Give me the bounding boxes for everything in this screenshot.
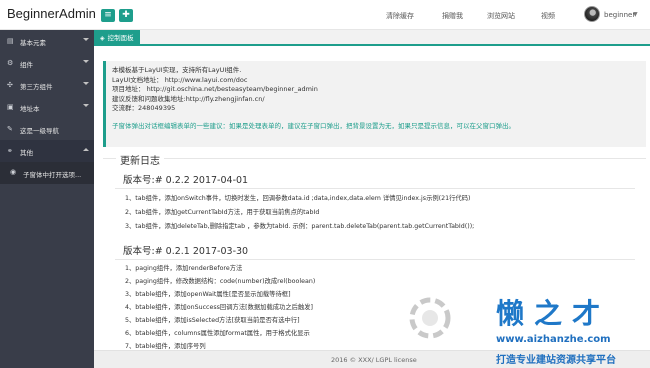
tab-dashboard[interactable]: ◈ 控制面板 [94,30,140,46]
avatar[interactable] [584,6,600,22]
chevron-down-icon [83,38,89,41]
notice-line: 本模板基于LayUI实现，支持所有LayUI组件. [112,66,242,74]
version-heading: 版本号:# 0.2.1 2017-03-30 [123,246,249,257]
chevron-down-icon [83,82,89,85]
github-icon: ◉ [10,168,17,176]
nav-video[interactable]: 视频 [541,11,555,21]
app-logo[interactable]: BeginnerAdmin [7,6,96,21]
gear-icon: ⚙ [7,59,14,67]
list-item: 1、tab组件，添加onSwitch事件，切换时发生，回调参数data.id ;… [125,195,471,202]
changelog-title: 更新日志 [116,152,164,167]
chevron-up-icon [83,148,89,151]
nav-browse-site[interactable]: 浏览网站 [487,11,515,21]
sidebar-item-basic-elements[interactable]: ▤ 基本元素 [0,30,94,52]
sidebar-item-components[interactable]: ⚙ 组件 [0,52,94,74]
sidebar-item-third-party[interactable]: ✣ 第三方组件 [0,74,94,96]
refresh-button[interactable]: ✚ [119,9,133,22]
chevron-down-icon[interactable]: ▼ [633,11,638,18]
sidebar-item-other[interactable]: ⚭ 其他 [0,140,94,162]
brush-icon: ✎ [7,125,13,133]
sidebar-item-label: 第三方组件 [20,83,53,91]
notice-line: 交流群：248049395 [112,104,176,112]
puzzle-icon: ✣ [7,81,13,89]
list-item: 3、tab组件，添加deleteTab,删除指定tab ，参数为tabId. 示… [125,223,475,230]
tab-label: 控制面板 [107,34,134,42]
chevron-down-icon [83,60,89,63]
sidebar-subitem-open-in-child[interactable]: ◉ 子窗体中打开选项... [0,162,94,184]
footer: 2016 © XXX/ LGPL license [94,350,650,368]
sidebar-item-label: 其他 [20,149,33,157]
sidebar-item-label: 这是一级导航 [20,127,59,135]
dashboard-icon: ◈ [100,35,105,42]
list-item: 6、btable组件，columns属性添加format属性，用于格式化显示 [125,330,310,337]
sidebar-item-label: 基本元素 [20,39,46,47]
sidebar-item-label: 地址本 [20,105,40,113]
tab-bar: ◈ 控制面板 [94,30,650,46]
menu-toggle-button[interactable]: ≡ [101,9,115,22]
changelog-fieldset: 更新日志 版本号:# 0.2.2 2017-04-01 1、tab组件，添加on… [103,152,646,350]
list-item: 3、btable组件，添加openWait属性[是否显示加载等待框] [125,291,291,298]
notice-warning: 子窗体弹出对话框编辑表单的一些建议：如果是处理表单的，建议在子窗口弹出，把背景设… [112,121,515,130]
version-heading: 版本号:# 0.2.2 2017-04-01 [123,175,249,186]
sidebar-item-label: 子窗体中打开选项... [23,171,82,179]
refresh-icon: ✚ [122,10,130,20]
layers-icon: ▤ [7,37,14,45]
footer-copyright: 2016 © XXX/ LGPL license [331,356,417,364]
list-item: 1、paging组件，添加renderBefore方法 [125,265,243,272]
sidebar-item-label: 组件 [20,61,33,69]
link-icon: ⚭ [7,147,13,155]
info-notice: 本模板基于LayUI实现，支持所有LayUI组件. LayUI文档地址： htt… [103,61,646,147]
sidebar-item-first-level-nav[interactable]: ✎ 这是一级导航 [0,118,94,140]
divider [115,188,635,189]
notice-line: LayUI文档地址： http://www.layui.com/doc [112,75,248,84]
menu-icon: ≡ [104,10,112,20]
list-item: 4、btable组件，添加onSuccess回调方法[数据加载成功之后触发] [125,304,313,311]
notice-line: 建议反馈和问题收集地址:http://fly.zhengjinfan.cn/ [112,94,265,103]
list-item: 5、btable组件，添加isSelected方法[获取当前是否有选中行] [125,317,300,324]
list-item: 7、btable组件，添加序号列 [125,343,206,350]
list-item: 2、tab组件，添加getCurrentTabId方法，用于获取当前焦点的tab… [125,209,320,216]
user-name[interactable]: beginner [604,11,635,19]
nav-donate[interactable]: 捐赠我 [442,11,463,21]
book-icon: ▣ [7,103,14,111]
sidebar-item-address-book[interactable]: ▣ 地址本 [0,96,94,118]
divider [115,259,635,260]
top-header: BeginnerAdmin ≡ ✚ 清除缓存 捐赠我 浏览网站 视频 begin… [0,0,650,30]
sidebar: ▤ 基本元素 ⚙ 组件 ✣ 第三方组件 ▣ 地址本 ✎ 这是一级导航 ⚭ 其他 … [0,30,94,368]
chevron-down-icon [83,104,89,107]
notice-line: 项目地址： http://git.oschina.net/besteasytea… [112,85,318,93]
main-content: 本模板基于LayUI实现，支持所有LayUI组件. LayUI文档地址： htt… [94,48,650,350]
nav-clear-cache[interactable]: 清除缓存 [386,11,414,21]
list-item: 2、paging组件，修改数据结构：code(number)改成rel(bool… [125,278,316,285]
